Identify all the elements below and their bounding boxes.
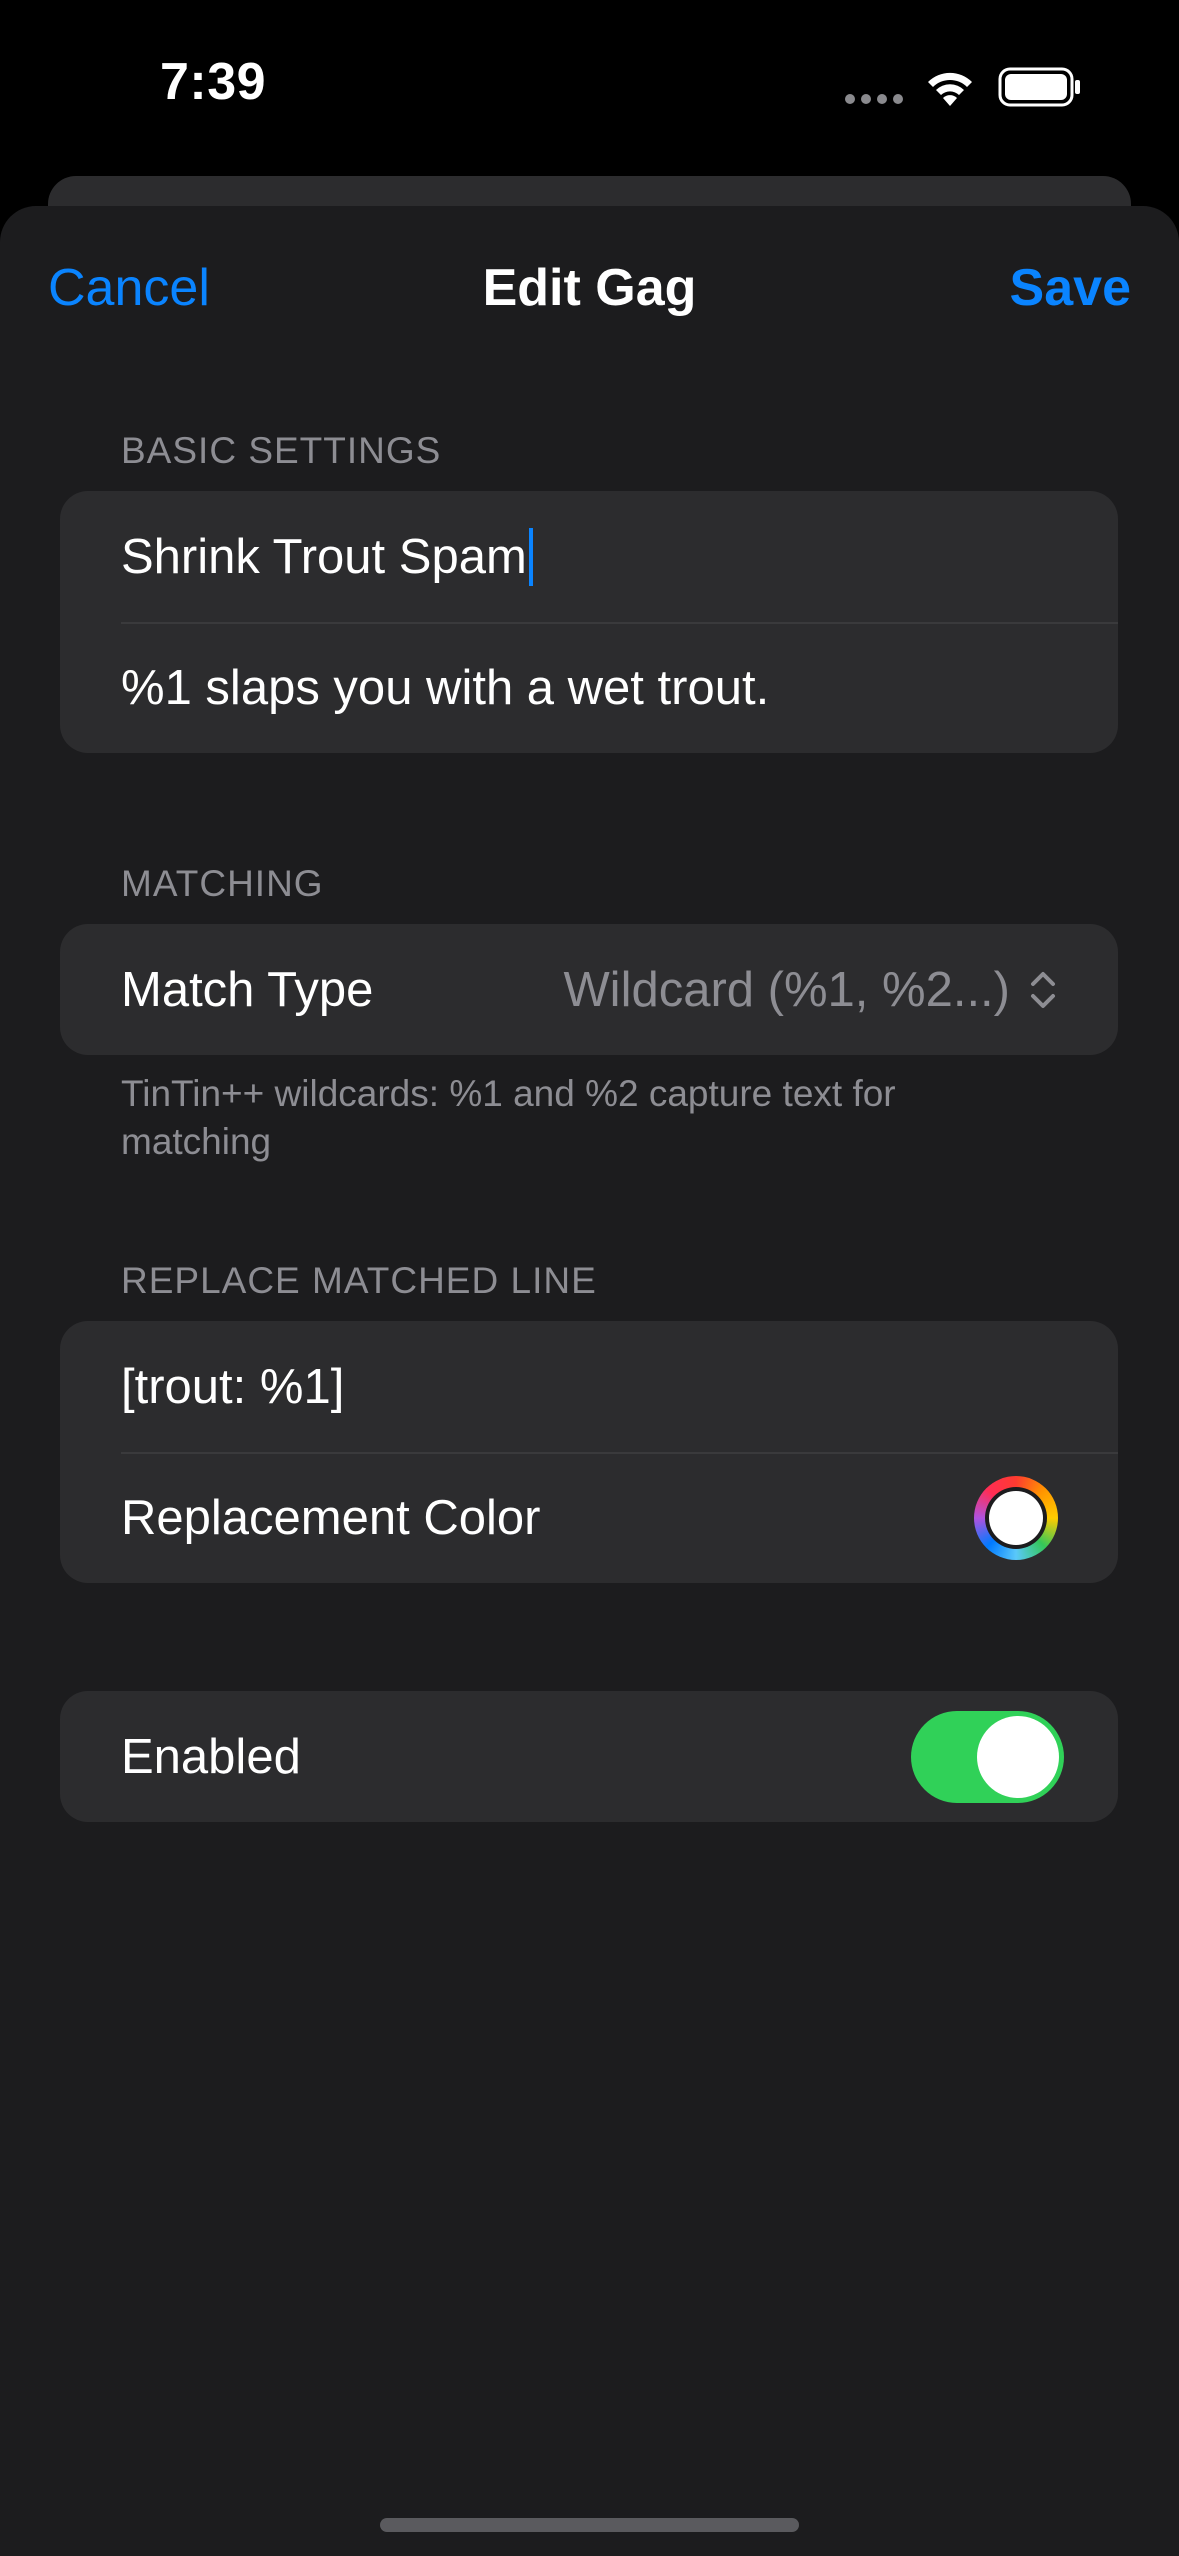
color-well-ring [985, 1487, 1047, 1549]
text-cursor [528, 527, 533, 586]
section-header-matching: MATCHING [121, 863, 324, 904]
chevron-up-down-icon [1031, 971, 1055, 1008]
gag-name-field[interactable]: Shrink Trout Spam [60, 491, 1118, 622]
basic-settings-group: Shrink Trout Spam %1 slaps you with a we… [60, 491, 1118, 753]
matching-group: Match Type Wildcard (%1, %2...) [60, 924, 1118, 1055]
match-type-label: Match Type [121, 962, 374, 1017]
section-header-basic-settings: BASIC SETTINGS [121, 430, 442, 471]
wifi-icon [928, 72, 972, 106]
selected-color-swatch [989, 1491, 1043, 1545]
section-header-replace-matched-line: REPLACE MATCHED LINE [121, 1260, 597, 1301]
toggle-knob [977, 1716, 1059, 1798]
match-type-value: Wildcard (%1, %2...) [563, 962, 1010, 1017]
replace-group: [trout: %1] Replacement Color [60, 1321, 1118, 1583]
gag-name-value: Shrink Trout Spam [121, 529, 527, 584]
enabled-row: Enabled [60, 1691, 1118, 1822]
match-type-picker[interactable]: Match Type Wildcard (%1, %2...) [60, 924, 1118, 1055]
status-bar: 7:39 [0, 0, 1179, 180]
enabled-toggle[interactable] [911, 1711, 1064, 1803]
match-type-selection: Wildcard (%1, %2...) [563, 962, 1058, 1018]
replacement-color-row: Replacement Color [60, 1452, 1118, 1583]
color-picker-button[interactable] [974, 1476, 1058, 1560]
page-title: Edit Gag [482, 259, 697, 317]
matching-footer-note: TinTin++ wildcards: %1 and %2 capture te… [121, 1073, 896, 1162]
status-time: 7:39 [160, 53, 267, 111]
pattern-value: %1 slaps you with a wet trout. [121, 660, 770, 715]
save-button[interactable]: Save [1010, 258, 1131, 318]
cellular-signal-icon [845, 94, 905, 104]
home-indicator[interactable] [380, 2518, 799, 2532]
pattern-field[interactable]: %1 slaps you with a wet trout. [60, 622, 1118, 753]
replacement-text-value: [trout: %1] [121, 1359, 345, 1414]
enabled-group: Enabled [60, 1691, 1118, 1822]
battery-icon [998, 67, 1080, 107]
replacement-text-field[interactable]: [trout: %1] [60, 1321, 1118, 1452]
replacement-color-label: Replacement Color [121, 1490, 541, 1545]
